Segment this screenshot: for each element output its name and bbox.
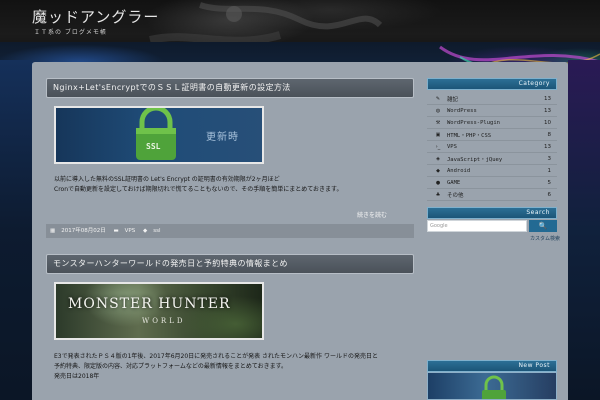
folder-icon: ▬ (113, 228, 119, 234)
sitemap-icon: ♣ (435, 191, 441, 198)
category-item[interactable]: ✎ 雑記 13 (427, 93, 557, 105)
category-count: 3 (547, 155, 552, 162)
category-item[interactable]: ◈ JavaScript・jQuey 3 (427, 153, 557, 165)
background-right (568, 60, 600, 400)
category-item[interactable]: ♣ その他 6 (427, 189, 557, 201)
category-item[interactable]: ● GAME 5 (427, 177, 557, 189)
category-item[interactable]: ⚒ WordPress-Plugin 10 (427, 117, 557, 129)
lock-icon (482, 375, 506, 399)
category-item[interactable]: ▣ HTML・PHP・CSS 8 (427, 129, 557, 141)
read-more-link[interactable]: 続きを読む (357, 210, 387, 219)
post-thumbnail[interactable]: SSL 更新時 (54, 106, 264, 164)
category-count: 8 (547, 131, 552, 138)
category-count: 10 (544, 119, 551, 126)
category-count: 1 (547, 167, 552, 174)
site-title[interactable]: 魔ッドアングラー (32, 6, 159, 27)
category-count: 13 (544, 95, 551, 102)
category-name: GAME (447, 179, 461, 186)
wrench-icon: ✎ (435, 95, 441, 102)
category-name: WordPress (447, 107, 477, 114)
android-icon: ◆ (436, 167, 440, 174)
category-count: 6 (547, 191, 552, 198)
search-icon: 🔍 (538, 222, 548, 230)
category-widget-heading: Category (427, 78, 557, 90)
category-list: ✎ 雑記 13 ◍ WordPress 13 ⚒ WordPress-Plugi… (427, 93, 557, 201)
category-item[interactable]: ◍ WordPress 13 (427, 105, 557, 117)
thumbnail-update-label: 更新時 (206, 132, 239, 143)
category-name: Android (447, 167, 471, 174)
post-thumbnail[interactable]: MONSTER HUNTER WORLD (54, 282, 264, 340)
category-name: WordPress-Plugin (447, 119, 500, 126)
js-icon: ◈ (436, 155, 440, 162)
post-date: 2017年08月02日 (61, 228, 106, 234)
background-left (0, 60, 32, 400)
search-widget-heading: Search (427, 207, 557, 219)
calendar-icon: ▦ (50, 228, 56, 234)
new-post-thumbnail[interactable] (427, 372, 557, 400)
category-name: VPS (447, 143, 457, 150)
post-title-link[interactable]: Nginx+Let'sEncryptでのＳＳＬ証明書の自動更新の設定方法 (46, 78, 414, 98)
code-icon: ▣ (435, 131, 441, 138)
search-button[interactable]: 🔍 (529, 220, 557, 232)
category-count: 5 (547, 179, 552, 186)
new-post-widget-heading: New Post (427, 360, 557, 372)
category-name: JavaScript・jQuey (447, 156, 503, 163)
category-name: 雑記 (447, 96, 459, 103)
search-footer-label: カスタム検索 (530, 236, 561, 242)
thumbnail-sub-text: WORLD (142, 317, 186, 325)
search-input[interactable]: Google (427, 220, 527, 232)
thumbnail-logo-text: MONSTER HUNTER (68, 296, 231, 312)
post-tag-link[interactable]: ssl (153, 224, 160, 238)
wordpress-icon: ◍ (435, 107, 441, 114)
category-count: 13 (544, 107, 551, 114)
gamepad-icon: ● (435, 179, 441, 186)
terminal-icon: ›_ (435, 143, 441, 150)
post-meta: ▦ 2017年08月02日 ▬ VPS ◆ ssl (46, 224, 414, 238)
thumbnail-ssl-label: SSL (146, 142, 161, 151)
category-item[interactable]: ›_ VPS 13 (427, 141, 557, 153)
plugin-icon: ⚒ (435, 119, 441, 126)
category-item[interactable]: ◆ Android 1 (427, 165, 557, 177)
site-description: ＩＴ系の ブログメモ帳 (34, 29, 107, 36)
post-category-link[interactable]: VPS (125, 224, 136, 238)
tag-icon: ◆ (142, 228, 148, 234)
category-name: その他 (447, 192, 464, 199)
post-title-link[interactable]: モンスターハンターワールドの発売日と予約特典の情報まとめ (46, 254, 414, 274)
category-count: 13 (544, 143, 551, 150)
category-name: HTML・PHP・CSS (447, 132, 492, 139)
